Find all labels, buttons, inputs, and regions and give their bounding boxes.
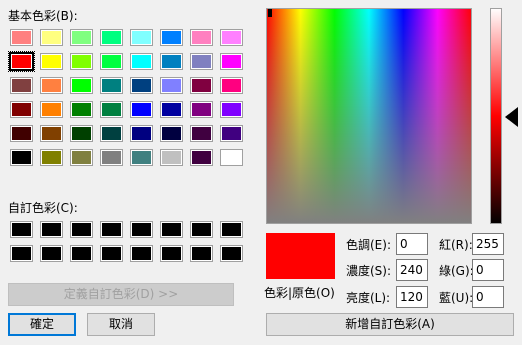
color-swatch[interactable] (130, 53, 153, 70)
color-swatch[interactable] (190, 29, 213, 46)
color-swatch[interactable] (130, 149, 153, 166)
custom-colors-label: 自訂色彩(C): (8, 201, 78, 215)
color-swatch[interactable] (8, 51, 35, 72)
color-swatch[interactable] (160, 221, 183, 238)
color-swatch[interactable] (70, 245, 93, 262)
green-input[interactable]: 0 (472, 259, 504, 281)
color-swatch[interactable] (100, 245, 123, 262)
color-swatch[interactable] (160, 125, 183, 142)
green-label: 綠(G): (439, 264, 474, 278)
saturation-label: 濃度(S): (346, 264, 392, 278)
color-swatch[interactable] (190, 245, 213, 262)
color-swatch[interactable] (220, 77, 243, 94)
luminance-arrow-icon[interactable] (505, 107, 518, 127)
color-swatch[interactable] (220, 245, 243, 262)
blue-label: 藍(U): (439, 291, 474, 305)
cancel-button[interactable]: 取消 (87, 313, 155, 336)
color-swatch[interactable] (160, 29, 183, 46)
color-swatch[interactable] (70, 77, 93, 94)
add-custom-color-button[interactable]: 新增自訂色彩(A) (266, 313, 514, 336)
color-swatch[interactable] (160, 149, 183, 166)
color-swatch[interactable] (10, 125, 33, 142)
define-custom-colors-button[interactable]: 定義自訂色彩(D) >> (8, 283, 234, 306)
color-swatch[interactable] (100, 29, 123, 46)
color-swatch[interactable] (220, 29, 243, 46)
basic-colors-label: 基本色彩(B): (8, 9, 78, 23)
color-swatch[interactable] (40, 245, 63, 262)
color-swatch[interactable] (70, 53, 93, 70)
hue-label: 色調(E): (346, 238, 391, 252)
luminance-input[interactable]: 120 (396, 286, 428, 308)
color-swatch[interactable] (100, 125, 123, 142)
color-swatch[interactable] (10, 29, 33, 46)
color-swatch[interactable] (130, 125, 153, 142)
color-swatch[interactable] (100, 101, 123, 118)
color-swatch[interactable] (70, 29, 93, 46)
luminance-label: 亮度(L): (346, 291, 391, 305)
color-swatch[interactable] (100, 53, 123, 70)
color-swatch[interactable] (70, 149, 93, 166)
color-swatch[interactable] (220, 125, 243, 142)
color-swatch[interactable] (40, 149, 63, 166)
preview-label[interactable]: 色彩|原色(O) (264, 284, 335, 301)
color-swatch[interactable] (100, 77, 123, 94)
color-swatch[interactable] (190, 125, 213, 142)
hue-input[interactable]: 0 (396, 233, 428, 255)
color-swatch[interactable] (190, 53, 213, 70)
color-swatch[interactable] (130, 77, 153, 94)
ok-button[interactable]: 確定 (8, 313, 76, 336)
color-swatch[interactable] (10, 101, 33, 118)
color-swatch[interactable] (220, 221, 243, 238)
color-swatch[interactable] (10, 245, 33, 262)
color-swatch[interactable] (40, 53, 63, 70)
color-swatch[interactable] (190, 221, 213, 238)
color-swatch[interactable] (130, 101, 153, 118)
color-swatch[interactable] (130, 221, 153, 238)
color-swatch[interactable] (70, 221, 93, 238)
color-swatch[interactable] (160, 101, 183, 118)
color-swatch[interactable] (220, 53, 243, 70)
color-swatch[interactable] (160, 77, 183, 94)
color-swatch[interactable] (100, 149, 123, 166)
color-swatch[interactable] (130, 29, 153, 46)
red-input[interactable]: 255 (472, 233, 504, 255)
color-swatch[interactable] (40, 125, 63, 142)
color-swatch[interactable] (70, 101, 93, 118)
color-swatch[interactable] (10, 149, 33, 166)
color-swatch[interactable] (40, 29, 63, 46)
color-swatch[interactable] (130, 245, 153, 262)
color-swatch[interactable] (40, 101, 63, 118)
saturation-input[interactable]: 240 (396, 259, 428, 281)
color-swatch[interactable] (40, 77, 63, 94)
color-preview (266, 233, 335, 279)
color-swatch[interactable] (10, 221, 33, 238)
color-swatch[interactable] (100, 221, 123, 238)
color-swatch[interactable] (10, 77, 33, 94)
red-label: 紅(R): (439, 238, 473, 252)
color-swatch[interactable] (40, 221, 63, 238)
color-swatch[interactable] (220, 149, 243, 166)
color-spectrum[interactable] (266, 8, 472, 224)
color-swatch[interactable] (190, 101, 213, 118)
luminance-slider[interactable] (490, 8, 502, 224)
color-swatch[interactable] (160, 53, 183, 70)
color-swatch[interactable] (220, 101, 243, 118)
color-swatch[interactable] (190, 149, 213, 166)
blue-input[interactable]: 0 (472, 286, 504, 308)
color-swatch[interactable] (190, 77, 213, 94)
color-swatch[interactable] (70, 125, 93, 142)
color-swatch[interactable] (160, 245, 183, 262)
spectrum-crosshair[interactable] (268, 9, 272, 17)
